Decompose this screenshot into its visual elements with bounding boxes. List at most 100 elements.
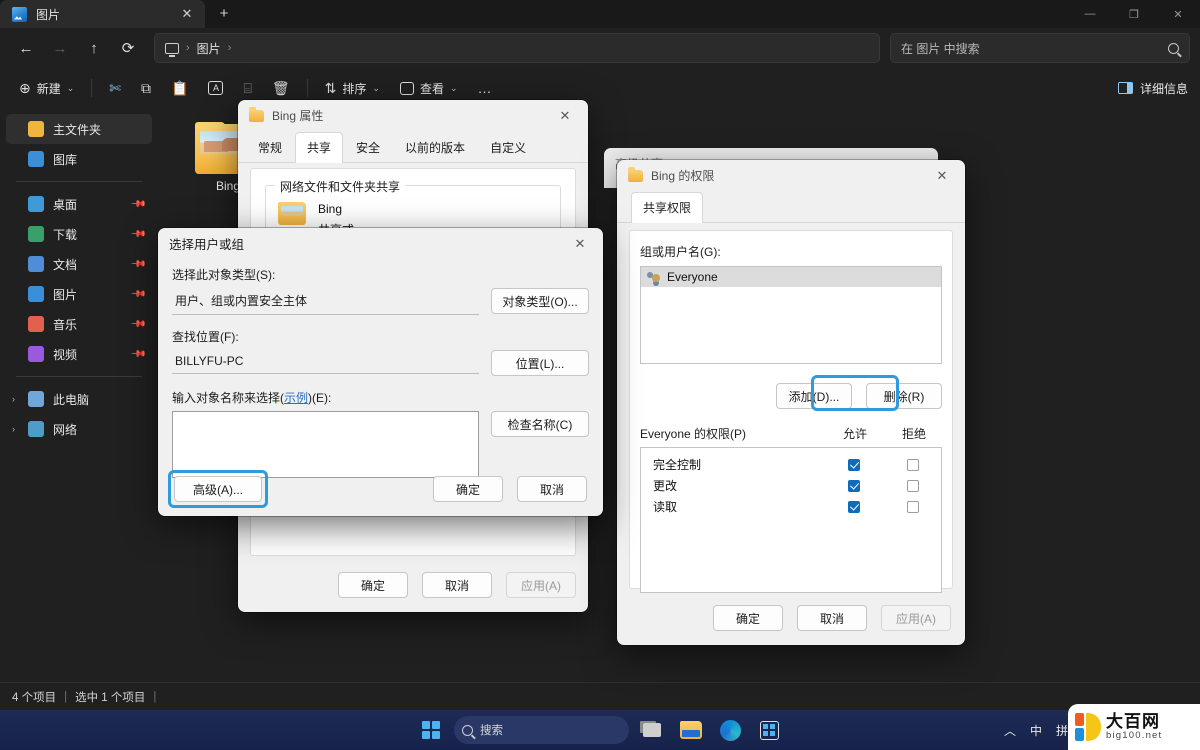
- check-names-button[interactable]: 检查名称(C): [491, 411, 589, 437]
- object-names-input[interactable]: [172, 411, 479, 478]
- start-button[interactable]: [415, 714, 447, 746]
- task-view-button[interactable]: [636, 714, 668, 746]
- copy-button[interactable]: ⧉: [132, 73, 160, 103]
- table-row[interactable]: 更改: [641, 475, 941, 496]
- allow-checkbox[interactable]: [848, 458, 860, 471]
- view-button[interactable]: 查看 ⌄: [391, 73, 467, 103]
- deny-checkbox[interactable]: [907, 479, 919, 492]
- location-button[interactable]: 位置(L)...: [491, 350, 589, 376]
- close-icon-select-users[interactable]: ✕: [563, 231, 597, 257]
- sidebar-item-desktop[interactable]: 桌面 📌: [6, 189, 152, 219]
- new-tab-button[interactable]: +: [211, 2, 237, 28]
- sort-button[interactable]: ⇅ 排序 ⌄: [316, 73, 389, 103]
- add-button[interactable]: 添加(D)...: [776, 383, 852, 409]
- watermark-url: big100.net: [1106, 730, 1163, 742]
- search-input[interactable]: 在 图片 中搜索: [901, 40, 1168, 57]
- minimize-icon[interactable]: —: [1068, 0, 1112, 28]
- close-icon[interactable]: ✕: [548, 103, 582, 129]
- delete-button[interactable]: 🗑: [263, 73, 299, 103]
- object-names-label: 输入对象名称来选择(示例)(E):: [172, 389, 589, 406]
- cut-button[interactable]: ✄: [100, 73, 130, 103]
- remove-button[interactable]: 删除(R): [866, 383, 942, 409]
- select-users-title-bar: 选择用户或组 ✕: [158, 228, 603, 259]
- close-tab-icon[interactable]: ✕: [177, 4, 197, 24]
- tab-title: 图片: [36, 7, 61, 22]
- search-box[interactable]: 在 图片 中搜索: [890, 33, 1190, 63]
- object-type-button[interactable]: 对象类型(O)...: [491, 288, 589, 314]
- pin-icon[interactable]: 📌: [129, 226, 146, 243]
- up-icon[interactable]: ↑: [78, 33, 110, 63]
- allow-checkbox[interactable]: [848, 500, 860, 513]
- tray-overflow-icon[interactable]: ︿: [1004, 722, 1016, 739]
- ime-method-indicator[interactable]: 拼: [1056, 722, 1068, 739]
- list-item[interactable]: Everyone: [641, 267, 941, 287]
- sidebar-item-label: 图库: [53, 152, 78, 167]
- sidebar-item-music[interactable]: 音乐 📌: [6, 309, 152, 339]
- sidebar-item-downloads[interactable]: 下载 📌: [6, 219, 152, 249]
- permissions-cancel-button[interactable]: 取消: [797, 605, 867, 631]
- deny-checkbox[interactable]: [907, 500, 919, 513]
- sidebar-item-label: 主文件夹: [53, 122, 102, 137]
- properties-ok-button[interactable]: 确定: [338, 572, 408, 598]
- back-icon[interactable]: ←: [10, 33, 42, 63]
- scissors-icon: ✄: [109, 79, 122, 96]
- chevron-right-icon[interactable]: ›: [12, 424, 15, 434]
- properties-cancel-button[interactable]: 取消: [422, 572, 492, 598]
- table-row[interactable]: 完全控制: [641, 454, 941, 475]
- breadcrumb-item-pictures[interactable]: 图片: [197, 40, 221, 57]
- sidebar-item-home[interactable]: 主文件夹: [6, 114, 152, 144]
- close-icon-permissions[interactable]: ✕: [925, 163, 959, 189]
- paste-button[interactable]: 📋: [162, 73, 197, 103]
- edge-button[interactable]: [714, 714, 746, 746]
- tab-share-permissions[interactable]: 共享权限: [631, 192, 704, 223]
- select-users-ok-button[interactable]: 确定: [433, 476, 503, 502]
- pin-icon[interactable]: 📌: [129, 346, 146, 363]
- chevron-right-icon[interactable]: ›: [12, 394, 15, 404]
- tab-4[interactable]: 自定义: [478, 132, 538, 163]
- rename-button[interactable]: A: [199, 73, 232, 103]
- permissions-apply-button: 应用(A): [881, 605, 951, 631]
- tab-3[interactable]: 以前的版本: [393, 132, 477, 163]
- details-pane-button[interactable]: 详细信息: [1117, 80, 1188, 97]
- tab-0[interactable]: 常规: [246, 132, 294, 163]
- tab-2[interactable]: 安全: [344, 132, 392, 163]
- pin-icon[interactable]: 📌: [129, 286, 146, 303]
- file-explorer-button[interactable]: [675, 714, 707, 746]
- permissions-ok-button[interactable]: 确定: [713, 605, 783, 631]
- pin-icon[interactable]: 📌: [129, 316, 146, 333]
- sidebar-item-videos[interactable]: 视频 📌: [6, 339, 152, 369]
- advanced-button[interactable]: 高级(A)...: [174, 476, 262, 502]
- taskbar-search-box[interactable]: 搜索: [454, 716, 629, 744]
- sidebar-item-documents[interactable]: 文档 📌: [6, 249, 152, 279]
- forward-icon[interactable]: →: [44, 33, 76, 63]
- system-tray: ︿ 中 拼: [1004, 722, 1068, 739]
- pin-icon[interactable]: 📌: [129, 196, 146, 213]
- group-users-listbox[interactable]: Everyone: [640, 266, 942, 364]
- sidebar-item-gallery[interactable]: 图库: [6, 144, 152, 174]
- navigation-bar: ← → ↑ ⟳ › 图片 › 在 图片 中搜索: [0, 28, 1200, 68]
- allow-checkbox[interactable]: [848, 479, 860, 492]
- store-button[interactable]: [753, 714, 785, 746]
- permissions-listbox[interactable]: 完全控制 更改 读取: [640, 447, 942, 593]
- examples-link[interactable]: 示例: [284, 391, 308, 405]
- sidebar-item-this-pc[interactable]: › 此电脑: [6, 384, 152, 414]
- table-row[interactable]: 读取: [641, 496, 941, 517]
- new-button[interactable]: ⊕ 新建 ⌄: [10, 73, 83, 103]
- ime-mode-indicator[interactable]: 中: [1030, 722, 1042, 739]
- pin-icon[interactable]: 📌: [129, 256, 146, 273]
- sidebar-item-network[interactable]: › 网络: [6, 414, 152, 444]
- refresh-icon[interactable]: ⟳: [112, 33, 144, 63]
- more-options-button[interactable]: …: [469, 73, 502, 103]
- deny-checkbox[interactable]: [907, 458, 919, 471]
- bing-permissions-dialog[interactable]: Bing 的权限 ✕ 共享权限 组或用户名(G): Everyone 添加(D)…: [617, 160, 965, 645]
- select-users-cancel-button[interactable]: 取消: [517, 476, 587, 502]
- maximize-icon[interactable]: ❐: [1112, 0, 1156, 28]
- close-window-icon[interactable]: ✕: [1156, 0, 1200, 28]
- tab-1[interactable]: 共享: [295, 132, 344, 163]
- select-users-dialog[interactable]: 选择用户或组 ✕ 选择此对象类型(S): 用户、组或内置安全主体 对象类型(O)…: [158, 228, 603, 516]
- explorer-tab[interactable]: 图片 ✕: [0, 0, 205, 28]
- permissions-header-row: Everyone 的权限(P) 允许 拒绝: [640, 425, 942, 442]
- sidebar-item-pictures[interactable]: 图片 📌: [6, 279, 152, 309]
- address-bar[interactable]: › 图片 ›: [154, 33, 880, 63]
- share-button[interactable]: ⌸: [234, 73, 260, 103]
